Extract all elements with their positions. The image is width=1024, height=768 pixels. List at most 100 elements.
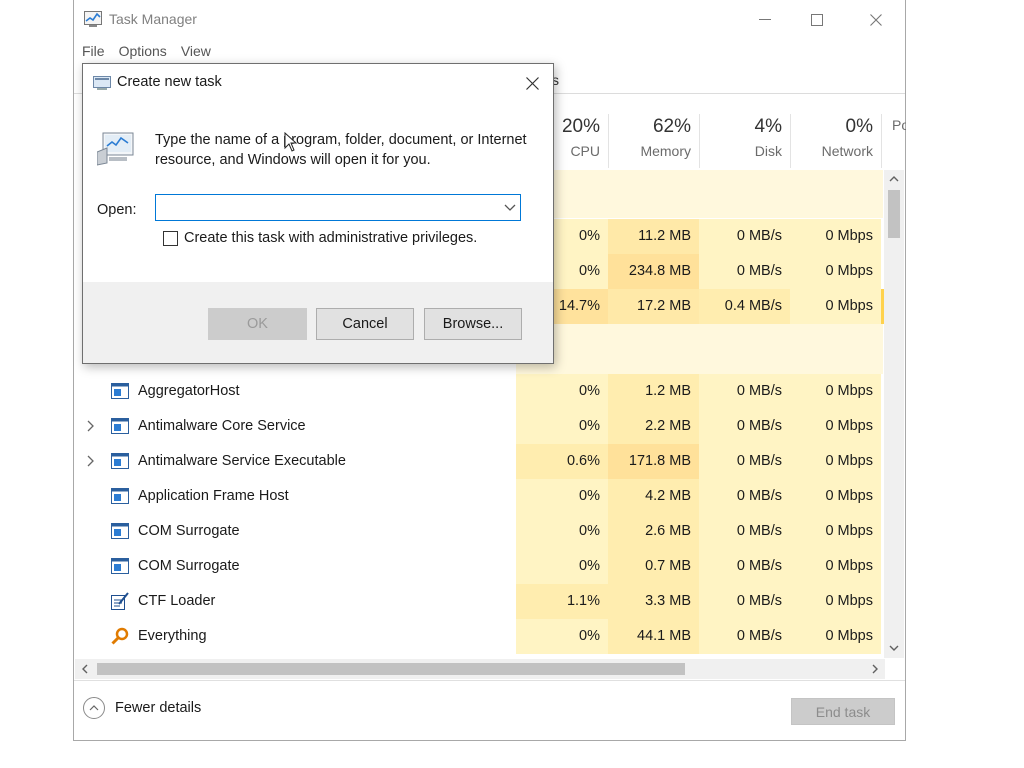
disk-cell: 0 MB/s	[699, 584, 790, 619]
disk-column-label: Disk	[754, 143, 782, 159]
horizontal-scroll-thumb[interactable]	[97, 663, 685, 675]
cpu-cell: 1.1%	[516, 584, 608, 619]
admin-privileges-checkbox[interactable]	[163, 230, 178, 246]
table-row[interactable]: AggregatorHost 0% 1.2 MB 0 MB/s 0 Mbps	[74, 374, 883, 409]
menu-options[interactable]: Options	[112, 40, 174, 62]
minimize-icon	[759, 19, 771, 20]
admin-privileges-option[interactable]: Create this task with administrative pri…	[163, 230, 477, 246]
memory-cell: 3.3 MB	[608, 584, 699, 619]
fewer-details-button[interactable]: Fewer details	[83, 697, 201, 719]
network-cell: 0 Mbps	[790, 409, 881, 444]
scroll-right-icon[interactable]	[871, 664, 879, 674]
column-header-disk[interactable]: 4% Disk	[699, 114, 790, 168]
network-total-percent: 0%	[845, 116, 873, 137]
table-row[interactable]: COM Surrogate 0% 0.7 MB 0 MB/s 0 Mbps	[74, 549, 883, 584]
close-button[interactable]	[853, 6, 899, 34]
cpu-cell: 0%	[516, 409, 608, 444]
memory-cell: 17.2 MB	[608, 289, 699, 324]
process-name: AggregatorHost	[138, 383, 240, 399]
cancel-button[interactable]: Cancel	[316, 308, 414, 340]
close-icon	[870, 14, 882, 26]
window-app-icon	[111, 383, 129, 399]
memory-cell: 2.6 MB	[608, 514, 699, 549]
cpu-cell: 0.6%	[516, 444, 608, 479]
process-name: Antimalware Core Service	[138, 418, 306, 434]
network-cell: 0 Mbps	[790, 584, 881, 619]
end-task-button[interactable]: End task	[791, 698, 895, 725]
table-row[interactable]: Antimalware Core Service 0% 2.2 MB 0 MB/…	[74, 409, 883, 444]
column-header-power[interactable]: Po	[881, 114, 906, 168]
network-column-label: Network	[821, 143, 873, 159]
fewer-details-label: Fewer details	[115, 700, 202, 716]
maximize-button[interactable]	[794, 6, 840, 34]
scroll-left-icon[interactable]	[81, 664, 89, 674]
admin-privileges-label: Create this task with administrative pri…	[184, 230, 478, 246]
browse-button[interactable]: Browse...	[424, 308, 522, 340]
open-input[interactable]	[160, 196, 494, 221]
title-bar[interactable]: Task Manager	[74, 0, 905, 38]
process-name: CTF Loader	[138, 593, 216, 609]
group-header-band	[516, 324, 883, 374]
everything-search-icon	[111, 627, 129, 645]
disk-cell: 0 MB/s	[699, 479, 790, 514]
network-cell: 0 Mbps	[790, 374, 881, 409]
memory-cell: 0.7 MB	[608, 549, 699, 584]
scroll-down-icon[interactable]	[889, 644, 899, 652]
minimize-button[interactable]	[742, 6, 788, 34]
cpu-cell: 0%	[516, 479, 608, 514]
memory-column-label: Memory	[640, 143, 691, 159]
network-cell: 0 Mbps	[790, 444, 881, 479]
menu-file[interactable]: File	[75, 40, 112, 62]
dialog-close-button[interactable]	[520, 72, 544, 94]
table-row[interactable]: Application Frame Host 0% 4.2 MB 0 MB/s …	[74, 479, 883, 514]
process-name: Everything	[138, 628, 207, 644]
chevron-right-icon[interactable]	[85, 419, 97, 433]
process-name: COM Surrogate	[138, 558, 240, 574]
process-name: Application Frame Host	[138, 488, 289, 504]
process-name: Antimalware Service Executable	[138, 453, 346, 469]
maximize-icon	[811, 14, 823, 26]
network-cell: 0 Mbps	[790, 549, 881, 584]
menu-view[interactable]: View	[174, 40, 218, 62]
scroll-up-icon[interactable]	[889, 175, 899, 183]
window-app-icon	[111, 558, 129, 574]
open-combobox[interactable]	[155, 194, 521, 221]
horizontal-scrollbar[interactable]	[75, 659, 885, 679]
run-dialog-icon	[93, 76, 111, 90]
disk-cell: 0 MB/s	[699, 374, 790, 409]
network-cell: 0 Mbps	[790, 254, 881, 289]
dialog-title: Create new task	[117, 74, 222, 90]
cpu-cell: 0%	[516, 374, 608, 409]
network-cell: 0 Mbps	[790, 514, 881, 549]
cpu-cell: 0%	[516, 619, 608, 654]
chevron-right-icon[interactable]	[85, 454, 97, 468]
table-row[interactable]: CTF Loader 1.1% 3.3 MB 0 MB/s 0 Mbps	[74, 584, 883, 619]
network-cell: 0 Mbps	[790, 289, 881, 324]
memory-total-percent: 62%	[652, 116, 691, 137]
create-new-task-dialog: Create new task Type the name of a progr…	[82, 63, 554, 364]
disk-cell: 0 MB/s	[699, 219, 790, 254]
cpu-cell: 0%	[516, 549, 608, 584]
table-row[interactable]: Antimalware Service Executable 0.6% 171.…	[74, 444, 883, 479]
ok-button[interactable]: OK	[208, 308, 307, 340]
disk-cell: 0 MB/s	[699, 619, 790, 654]
memory-cell: 171.8 MB	[608, 444, 699, 479]
vertical-scrollbar[interactable]	[884, 170, 904, 658]
disk-cell: 0 MB/s	[699, 409, 790, 444]
window-app-icon	[111, 488, 129, 504]
chevron-down-icon[interactable]	[504, 202, 516, 212]
network-cell: 0 Mbps	[790, 479, 881, 514]
vertical-scroll-thumb[interactable]	[888, 190, 900, 238]
column-header-network[interactable]: 0% Network	[790, 114, 881, 168]
cpu-cell: 0%	[516, 514, 608, 549]
network-cell: 0 Mbps	[790, 619, 881, 654]
table-row[interactable]: COM Surrogate 0% 2.6 MB 0 MB/s 0 Mbps	[74, 514, 883, 549]
disk-cell: 0 MB/s	[699, 514, 790, 549]
power-column-label: Po	[892, 117, 906, 133]
window-app-icon	[111, 418, 129, 434]
run-program-icon	[97, 132, 134, 166]
table-row[interactable]: Everything 0% 44.1 MB 0 MB/s 0 Mbps	[74, 619, 883, 654]
column-header-memory[interactable]: 62% Memory	[608, 114, 699, 168]
memory-cell: 2.2 MB	[608, 409, 699, 444]
disk-cell: 0 MB/s	[699, 549, 790, 584]
